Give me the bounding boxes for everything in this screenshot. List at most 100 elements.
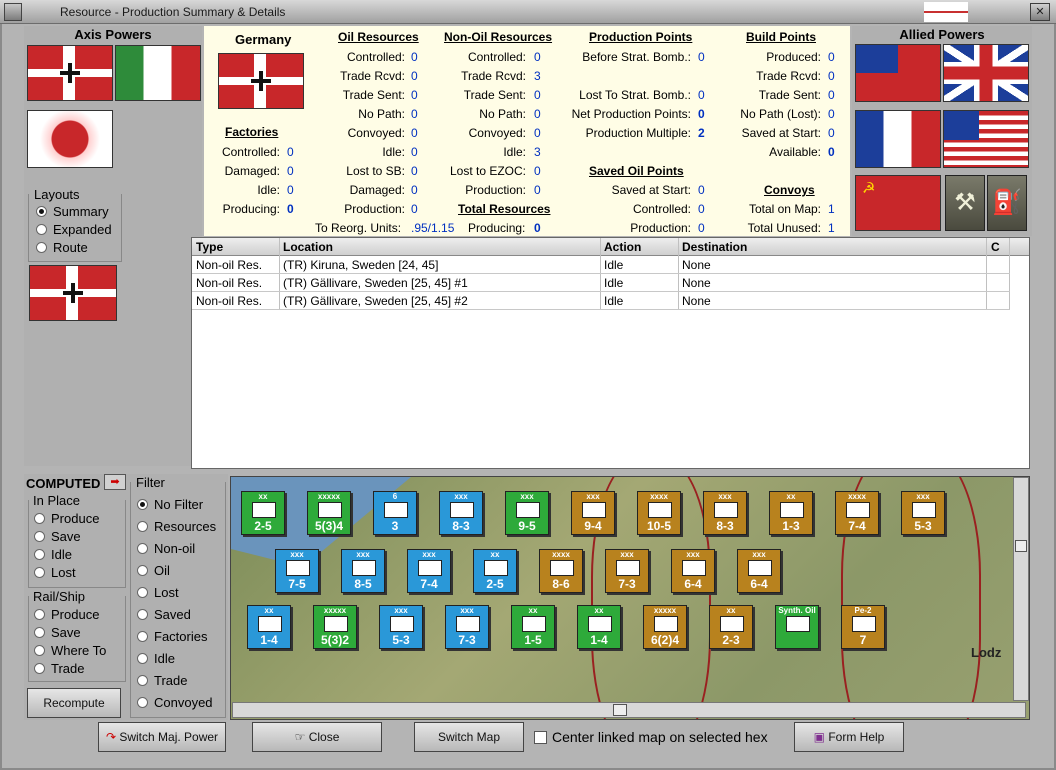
rail-produce-radio[interactable]: Produce (34, 607, 99, 622)
filter-trade-radio[interactable]: Trade (137, 673, 187, 688)
oil-label: Damaged: (349, 183, 405, 197)
close-window-icon[interactable]: ✕ (1030, 3, 1050, 21)
pp-value: 0 (698, 107, 705, 121)
mining-resource-icon[interactable]: ⚒ (945, 175, 985, 231)
filter-resources-radio[interactable]: Resources (137, 519, 216, 534)
switch-major-power-button[interactable]: ↷ Switch Maj. Power (98, 722, 226, 752)
linked-map-view[interactable]: Lodz xx 2-5 xxxxx 5(3)4 6 3 xxx 8-3 xxx 9-5 xxx 9-4… (230, 476, 1030, 720)
france-flag-button[interactable] (855, 110, 941, 168)
unit-strength-label: 7-3 (618, 577, 636, 591)
germany-flag-button[interactable] (27, 45, 113, 101)
unit-counter[interactable]: xxx 9-4 (571, 491, 615, 535)
scroll-thumb[interactable] (613, 704, 627, 716)
switch-arrow-icon: ↷ (105, 730, 120, 744)
rail-where-to-radio[interactable]: Where To (34, 643, 106, 658)
unit-size-label: xxxxx (317, 492, 341, 501)
unit-size-label: xx (258, 492, 268, 501)
column-header-location[interactable]: Location (283, 240, 333, 254)
unit-type-icon (324, 616, 348, 632)
unit-counter[interactable]: xx 2-5 (473, 549, 517, 593)
scroll-thumb[interactable] (1015, 540, 1027, 552)
column-header-c[interactable]: C (991, 240, 1000, 254)
minimize-flag-icon[interactable] (924, 2, 968, 22)
oil-derrick-icon[interactable]: ⛽ (987, 175, 1027, 231)
unit-counter[interactable]: xx 2-5 (241, 491, 285, 535)
column-header-type[interactable]: Type (196, 240, 223, 254)
unit-counter[interactable]: xxx 6-4 (671, 549, 715, 593)
unit-counter[interactable]: xxxxx 5(3)4 (307, 491, 351, 535)
unit-counter[interactable]: xxx 7-5 (275, 549, 319, 593)
layout-summary-radio[interactable]: Summary (36, 204, 109, 219)
center-linked-map-checkbox[interactable] (534, 731, 547, 744)
inplace-save-radio[interactable]: Save (34, 529, 81, 544)
saved-oil-title: Saved Oil Points (589, 164, 684, 178)
cell-destination: None (682, 276, 711, 290)
oil-value: 0 (411, 50, 418, 64)
unit-counter[interactable]: xx 1-5 (511, 605, 555, 649)
switch-power-label: Switch Maj. Power (119, 730, 219, 744)
computed-arrow-button[interactable]: ➡ (104, 474, 126, 490)
unit-counter[interactable]: Synth. Oil (775, 605, 819, 649)
unit-counter[interactable]: xx 1-3 (769, 491, 813, 535)
unit-counter[interactable]: xxxx 8-6 (539, 549, 583, 593)
unit-counter[interactable]: Pe-2 7 (841, 605, 885, 649)
unit-counter[interactable]: 63 (373, 491, 417, 535)
unit-counter[interactable]: xxxxx 6(2)4 (643, 605, 687, 649)
filter-oil-radio[interactable]: Oil (137, 563, 170, 578)
layout-route-radio[interactable]: Route (36, 240, 88, 255)
japan-flag-button[interactable] (27, 110, 113, 168)
map-vertical-scrollbar[interactable] (1013, 477, 1029, 701)
italy-flag-button[interactable] (115, 45, 201, 101)
unit-counter[interactable]: xxxx 10-5 (637, 491, 681, 535)
unit-counter[interactable]: xxx 7-3 (605, 549, 649, 593)
unit-size-label: xxx (422, 550, 436, 559)
usa-flag-button[interactable] (943, 110, 1029, 168)
unit-type-icon (852, 616, 876, 632)
filter-factories-radio[interactable]: Factories (137, 629, 207, 644)
unit-counter[interactable]: xx 1-4 (577, 605, 621, 649)
unit-counter[interactable]: xxx 5-3 (901, 491, 945, 535)
oil-value: 0 (411, 164, 418, 178)
china-flag-button[interactable] (855, 44, 941, 102)
inplace-idle-radio[interactable]: Idle (34, 547, 72, 562)
table-row[interactable]: Non-oil Res. (TR) Gällivare, Sweden [25,… (192, 292, 1010, 310)
form-help-button[interactable]: ▣ Form Help (794, 722, 904, 752)
column-header-action[interactable]: Action (604, 240, 641, 254)
ussr-flag-button[interactable] (855, 175, 941, 231)
unit-counter[interactable]: xxx 7-4 (407, 549, 451, 593)
inplace-lost-radio[interactable]: Lost (34, 565, 76, 580)
filter-idle-radio[interactable]: Idle (137, 651, 175, 666)
rail-save-radio[interactable]: Save (34, 625, 81, 640)
unit-counter[interactable]: xx 1-4 (247, 605, 291, 649)
layout-expanded-radio[interactable]: Expanded (36, 222, 112, 237)
switch-map-button[interactable]: Switch Map (414, 722, 524, 752)
filter-non-oil-radio[interactable]: Non-oil (137, 541, 195, 556)
table-row[interactable]: Non-oil Res. (TR) Gällivare, Sweden [25,… (192, 274, 1010, 292)
unit-counter[interactable]: xx 2-3 (709, 605, 753, 649)
unit-counter[interactable]: xxxx 7-4 (835, 491, 879, 535)
close-button[interactable]: ☞ Close (252, 722, 382, 752)
unit-counter[interactable]: xxx 5-3 (379, 605, 423, 649)
unit-counter[interactable]: xxx 8-3 (703, 491, 747, 535)
filter-convoyed-radio[interactable]: Convoyed (137, 695, 213, 710)
oil-value: 0 (411, 126, 418, 140)
unit-counter[interactable]: xxx 8-3 (439, 491, 483, 535)
column-header-destination[interactable]: Destination (682, 240, 747, 254)
map-horizontal-scrollbar[interactable] (232, 702, 1026, 718)
filter-no-filter-radio[interactable]: No Filter (137, 497, 203, 512)
window-menu-icon[interactable] (4, 3, 22, 21)
table-row[interactable]: Non-oil Res. (TR) Kiruna, Sweden [24, 45… (192, 256, 1010, 274)
unit-counter[interactable]: xxx 8-5 (341, 549, 385, 593)
recompute-button[interactable]: Recompute (27, 688, 121, 718)
uk-flag-button[interactable] (943, 44, 1029, 102)
filter-lost-radio[interactable]: Lost (137, 585, 179, 600)
filter-saved-radio[interactable]: Saved (137, 607, 191, 622)
unit-size-label: xxx (520, 492, 534, 501)
unit-counter[interactable]: xxx 7-3 (445, 605, 489, 649)
unit-counter[interactable]: xxx 6-4 (737, 549, 781, 593)
inplace-produce-radio[interactable]: Produce (34, 511, 99, 526)
unit-counter[interactable]: xxxxx 5(3)2 (313, 605, 357, 649)
unit-counter[interactable]: xxx 9-5 (505, 491, 549, 535)
unit-type-icon (484, 560, 508, 576)
rail-trade-radio[interactable]: Trade (34, 661, 84, 676)
